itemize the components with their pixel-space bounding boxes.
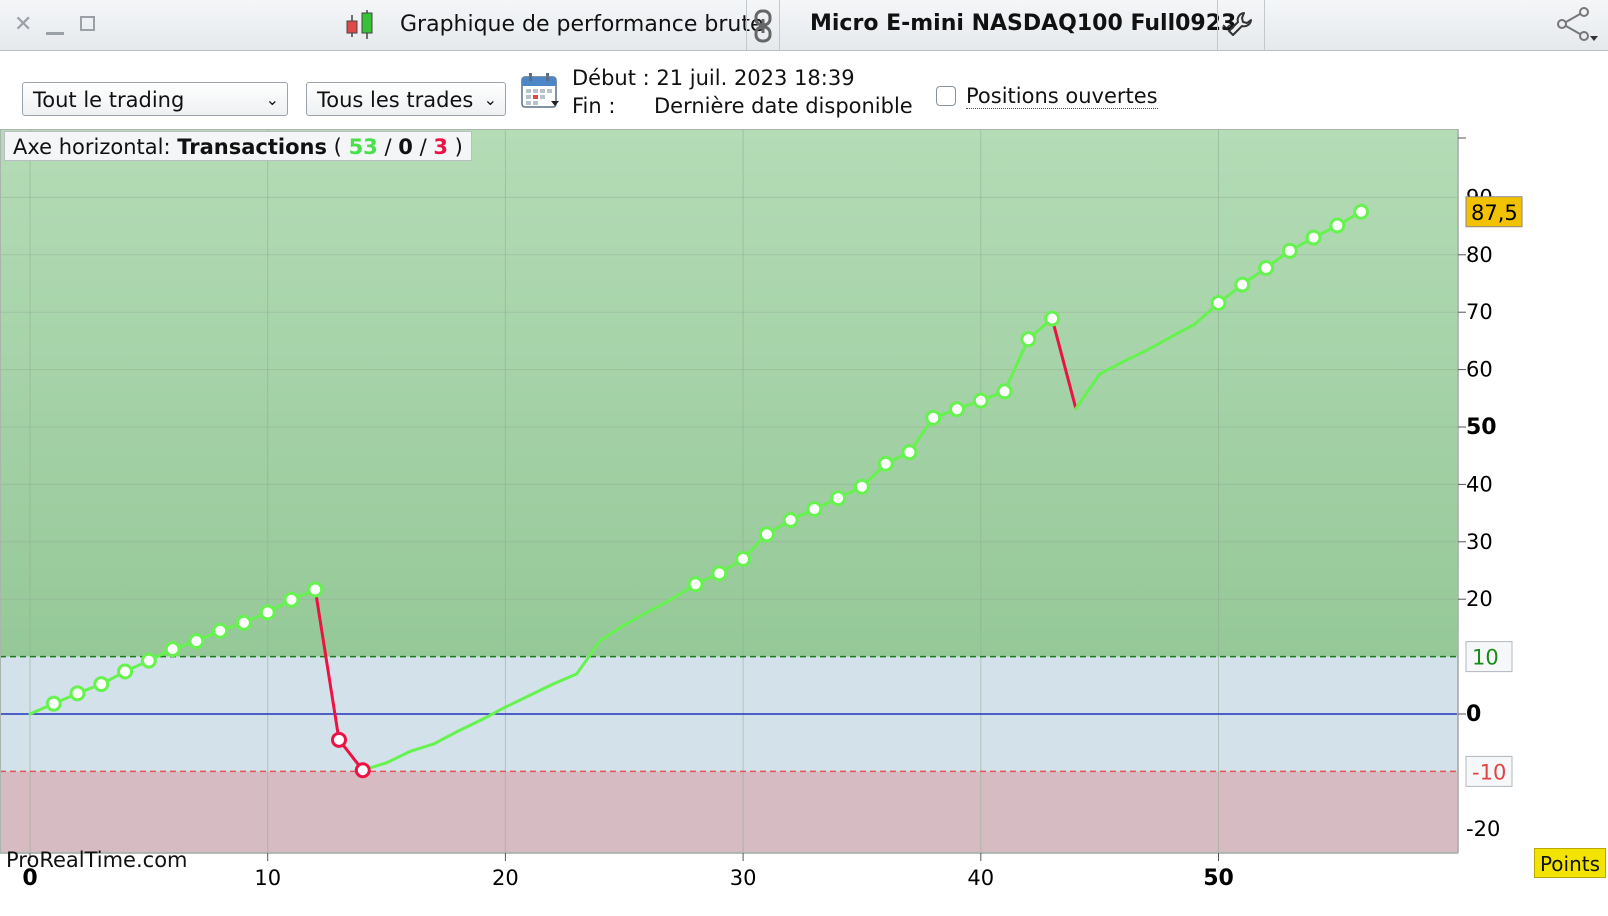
trade-marker xyxy=(687,576,704,593)
trade-marker xyxy=(1044,310,1061,327)
trade-marker xyxy=(188,633,205,650)
trade-marker xyxy=(1210,295,1227,312)
y-tick-label: 40 xyxy=(1466,472,1493,496)
y-tick-label: 50 xyxy=(1466,415,1497,440)
axis-badge-losses: 3 xyxy=(433,135,448,159)
wrench-icon[interactable] xyxy=(1226,10,1254,38)
x-tick-label: 50 xyxy=(1203,866,1234,891)
trade-marker xyxy=(901,444,918,461)
trade-marker xyxy=(996,383,1013,400)
trade-marker xyxy=(1258,260,1275,277)
trade-marker xyxy=(93,676,110,693)
calendar-icon[interactable] xyxy=(520,72,560,110)
trades-select[interactable]: Tous les trades ⌄ xyxy=(306,82,506,116)
x-tick-label: 10 xyxy=(254,866,281,890)
trade-marker xyxy=(354,762,371,779)
trade-marker xyxy=(853,478,870,495)
maximize-icon[interactable] xyxy=(80,16,95,31)
candlestick-icon xyxy=(346,10,373,39)
link-icon[interactable] xyxy=(752,8,774,44)
trade-marker xyxy=(1329,217,1346,234)
titlebar-divider xyxy=(746,0,747,50)
threshold-low-label: -10 xyxy=(1472,760,1506,784)
close-icon[interactable]: ✕ xyxy=(14,14,32,36)
x-tick-label: 20 xyxy=(492,866,519,890)
window-title: Graphique de performance brute xyxy=(400,12,764,37)
open-positions-label[interactable]: Positions ouvertes xyxy=(966,84,1158,109)
trade-marker xyxy=(1353,203,1370,220)
y-tick-label: 70 xyxy=(1466,300,1493,324)
y-tick-label: 30 xyxy=(1466,530,1493,554)
last-value-label: 87,5 xyxy=(1471,201,1518,225)
titlebar-divider xyxy=(779,0,780,50)
chevron-down-icon: ⌄ xyxy=(265,90,279,109)
trade-marker xyxy=(331,731,348,748)
axis-badge-close-paren: ) xyxy=(454,135,463,159)
chevron-down-icon: ⌄ xyxy=(483,90,497,109)
y-tick-label: 20 xyxy=(1466,587,1493,611)
titlebar-divider xyxy=(1217,0,1218,50)
end-date-value: Dernière date disponible xyxy=(654,94,913,118)
trade-marker xyxy=(925,409,942,426)
trade-marker xyxy=(735,551,752,568)
trade-marker xyxy=(830,490,847,507)
trade-marker xyxy=(949,401,966,418)
x-tick-label: 30 xyxy=(730,866,757,890)
trade-marker xyxy=(806,501,823,518)
trade-marker xyxy=(117,663,134,680)
threshold-high-label: 10 xyxy=(1472,646,1499,670)
start-date: Début : 21 juil. 2023 18:39 xyxy=(572,66,855,90)
loss-zone xyxy=(0,771,1458,853)
trade-marker xyxy=(259,604,276,621)
instrument-selector[interactable]: Micro E-mini NASDAQ100 Full0923 xyxy=(810,11,1236,36)
axis-badge-separator: / xyxy=(384,135,392,159)
window-titlebar: ✕ Graphique de performance brute Micro E… xyxy=(0,0,1608,51)
scope-select[interactable]: Tout le trading ⌄ xyxy=(22,82,288,116)
y-tick-label: 60 xyxy=(1466,358,1493,382)
horizontal-axis-badge[interactable]: Axe horizontal: Transactions ( 53 / 0 / … xyxy=(4,131,472,161)
trade-marker xyxy=(283,591,300,608)
trade-marker xyxy=(758,526,775,543)
trade-marker xyxy=(140,652,157,669)
axis-badge-wins: 53 xyxy=(348,135,378,159)
end-date-label: Fin : xyxy=(572,94,616,118)
y-tick-label: 80 xyxy=(1466,243,1493,267)
watermark: ProRealTime.com xyxy=(6,848,188,872)
profit-zone xyxy=(0,129,1458,657)
trade-marker xyxy=(1234,276,1251,293)
open-positions-checkbox[interactable] xyxy=(936,86,956,106)
scope-select-value: Tout le trading xyxy=(33,88,185,112)
titlebar-divider xyxy=(1264,0,1265,50)
performance-chart: 80706050403020090-2010-1087,501020304050 xyxy=(0,129,1523,891)
trade-marker xyxy=(972,392,989,409)
axis-badge-mode: Transactions xyxy=(177,135,327,159)
x-tick-label: 40 xyxy=(967,866,994,890)
trade-marker xyxy=(164,641,181,658)
units-badge: Points xyxy=(1534,848,1606,878)
trade-marker xyxy=(877,455,894,472)
trades-select-value: Tous les trades xyxy=(317,88,474,112)
minimize-icon[interactable] xyxy=(46,32,64,35)
share-icon[interactable] xyxy=(1556,6,1600,44)
axis-badge-separator: / xyxy=(419,135,427,159)
trade-marker xyxy=(212,622,229,639)
axis-badge-label: Axe horizontal: xyxy=(13,135,171,159)
y-tick-label-partial: -20 xyxy=(1466,817,1500,841)
axis-badge-neutral: 0 xyxy=(398,135,413,159)
trade-marker xyxy=(69,685,86,702)
trade-marker xyxy=(711,565,728,582)
trade-marker xyxy=(1281,242,1298,259)
trade-marker xyxy=(782,511,799,528)
axis-badge-open-paren: ( xyxy=(333,135,342,159)
trade-marker xyxy=(45,695,62,712)
trade-marker xyxy=(1020,331,1037,348)
trade-marker xyxy=(1305,229,1322,246)
y-tick-label: 0 xyxy=(1466,702,1481,727)
trade-marker xyxy=(235,614,252,631)
trade-marker xyxy=(307,581,324,598)
